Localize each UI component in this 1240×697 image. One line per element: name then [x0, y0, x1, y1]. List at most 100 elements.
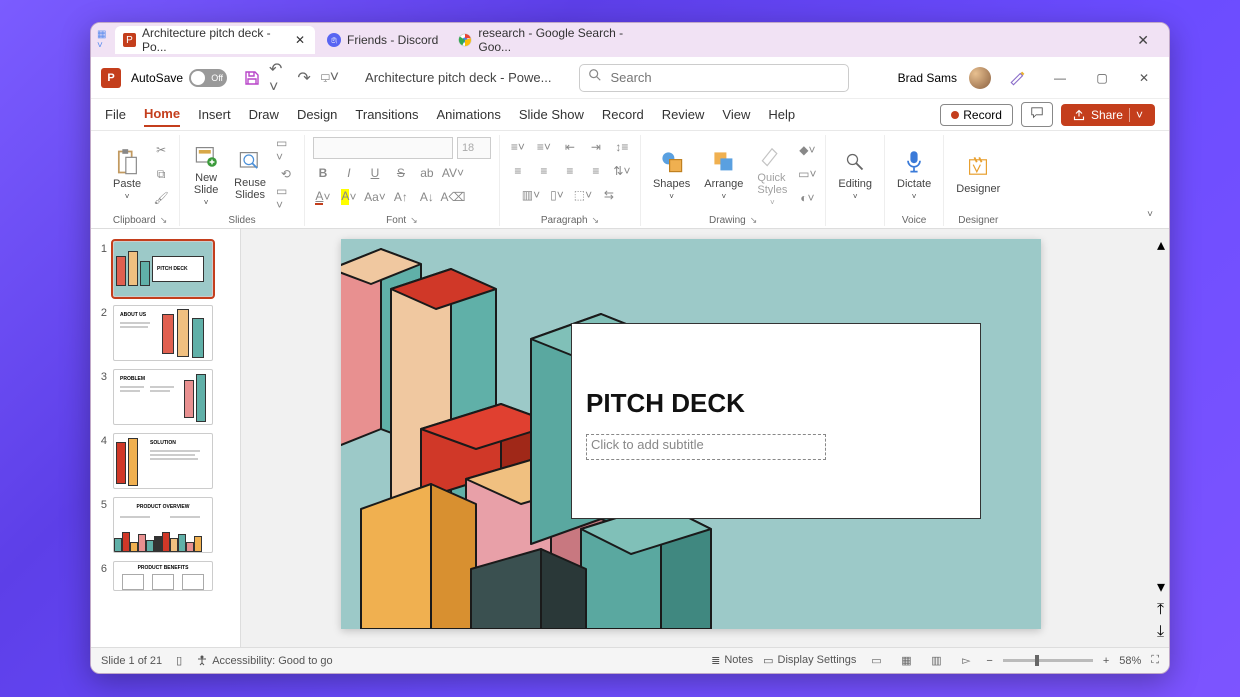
char-spacing-icon[interactable]: AV˅	[443, 163, 463, 183]
slide-thumb-2[interactable]: ABOUT US	[113, 305, 213, 361]
browser-tab-discord[interactable]: ෧ Friends - Discord	[319, 26, 446, 54]
dialog-launcher-icon[interactable]: ↘	[750, 215, 758, 226]
display-settings-button[interactable]: ▭Display Settings	[763, 654, 856, 667]
shadow-icon[interactable]: ab	[417, 163, 437, 183]
text-direction-icon[interactable]: ⇅˅	[612, 161, 632, 181]
align-right-icon[interactable]: ≡	[560, 161, 580, 181]
tab-menu-icon[interactable]: ▦ ˅	[97, 33, 111, 47]
sorter-view-icon[interactable]: ▦	[896, 653, 916, 669]
autosave-toggle[interactable]: Off	[189, 69, 227, 87]
arrange-button[interactable]: Arrange˅	[700, 146, 747, 203]
thumb-row[interactable]: 3 PROBLEM	[91, 365, 240, 429]
thumb-row[interactable]: 4 SOLUTION	[91, 429, 240, 493]
distribute-icon[interactable]: ⇆	[599, 185, 619, 205]
indent-right-icon[interactable]: ⇥	[586, 137, 606, 157]
columns-icon[interactable]: ▥˅	[521, 185, 541, 205]
thumb-row[interactable]: 1 PITCH DECK	[91, 237, 240, 301]
tab-help[interactable]: Help	[768, 103, 795, 126]
slide-title[interactable]: PITCH DECK	[586, 388, 745, 419]
font-size-input[interactable]: 18	[457, 137, 491, 159]
tab-draw[interactable]: Draw	[249, 103, 279, 126]
numbering-icon[interactable]: ≡˅	[534, 137, 554, 157]
accessibility-status[interactable]: Accessibility: Good to go	[196, 655, 332, 667]
search-box[interactable]	[579, 64, 849, 92]
tab-review[interactable]: Review	[662, 103, 705, 126]
share-button[interactable]: Share ˅	[1061, 104, 1155, 126]
subtitle-placeholder[interactable]: Click to add subtitle	[586, 434, 826, 460]
scroll-down-icon[interactable]: ▾	[1157, 577, 1165, 597]
layout-icon[interactable]: ▭ ˅	[276, 140, 296, 160]
dictate-button[interactable]: Dictate˅	[893, 146, 935, 203]
strike-icon[interactable]: S	[391, 163, 411, 183]
notes-button[interactable]: ≣Notes	[711, 654, 753, 667]
tab-home[interactable]: Home	[144, 102, 180, 127]
thumb-row[interactable]: 6 PRODUCT BENEFITS	[91, 557, 240, 595]
close-icon[interactable]: ✕	[293, 33, 307, 47]
tab-insert[interactable]: Insert	[198, 103, 231, 126]
slide-thumb-1[interactable]: PITCH DECK	[113, 241, 213, 297]
paste-button[interactable]: Paste˅	[109, 146, 145, 203]
redo-icon[interactable]: ↷	[295, 69, 313, 87]
line-spacing-icon[interactable]: ↕≡	[612, 137, 632, 157]
copy-icon[interactable]: ⧉	[151, 164, 171, 184]
slideshow-view-icon[interactable]: ▻	[956, 653, 976, 669]
ink-replay-icon[interactable]	[1003, 63, 1033, 93]
tab-file[interactable]: File	[105, 103, 126, 126]
dialog-launcher-icon[interactable]: ↘	[410, 215, 418, 226]
editing-button[interactable]: Editing˅	[834, 146, 876, 203]
shrink-font-icon[interactable]: A↓	[417, 187, 437, 207]
bullets-icon[interactable]: ≡˅	[508, 137, 528, 157]
normal-view-icon[interactable]: ▭	[866, 653, 886, 669]
slide-thumb-5[interactable]: PRODUCT OVERVIEW	[113, 497, 213, 553]
dialog-launcher-icon[interactable]: ↘	[592, 215, 600, 226]
collapse-ribbon-icon[interactable]: ˅	[1141, 203, 1159, 226]
search-input[interactable]	[610, 70, 840, 85]
justify-icon[interactable]: ≡	[586, 161, 606, 181]
minimize-icon[interactable]: ―	[1045, 63, 1075, 93]
slide-thumb-6[interactable]: PRODUCT BENEFITS	[113, 561, 213, 591]
indent-left-icon[interactable]: ⇤	[560, 137, 580, 157]
shape-fill-icon[interactable]: ◆˅	[797, 140, 817, 160]
align-center-icon[interactable]: ≡	[534, 161, 554, 181]
thumb-row[interactable]: 2 ABOUT US	[91, 301, 240, 365]
tab-animations[interactable]: Animations	[437, 103, 501, 126]
slide-indicator[interactable]: Slide 1 of 21	[101, 655, 162, 667]
dialog-launcher-icon[interactable]: ↘	[160, 215, 168, 226]
tab-view[interactable]: View	[722, 103, 750, 126]
quick-styles-button[interactable]: Quick Styles˅	[753, 140, 791, 209]
maximize-icon[interactable]: ▢	[1087, 63, 1117, 93]
spell-check-icon[interactable]: ▯	[176, 654, 182, 667]
clear-format-icon[interactable]: A⌫	[443, 187, 463, 207]
shape-outline-icon[interactable]: ▭˅	[797, 164, 817, 184]
reading-view-icon[interactable]: ▥	[926, 653, 946, 669]
change-case-icon[interactable]: Aa˅	[365, 187, 385, 207]
font-family-input[interactable]	[313, 137, 453, 159]
tab-record[interactable]: Record	[602, 103, 644, 126]
bold-icon[interactable]: B	[313, 163, 333, 183]
zoom-level[interactable]: 58%	[1119, 655, 1141, 667]
record-button[interactable]: Record	[940, 104, 1013, 126]
fit-to-window-icon[interactable]: ⛶	[1151, 654, 1159, 667]
align-text-icon[interactable]: ▯˅	[547, 185, 567, 205]
zoom-out-icon[interactable]: −	[986, 655, 992, 667]
scroll-up-icon[interactable]: ▴	[1157, 235, 1165, 255]
reset-icon[interactable]: ⟲	[276, 164, 296, 184]
window-close-icon[interactable]: ✕	[1123, 32, 1163, 49]
align-left-icon[interactable]: ≡	[508, 161, 528, 181]
undo-icon[interactable]: ↶ ˅	[269, 69, 287, 87]
new-slide-button[interactable]: New Slide˅	[188, 140, 224, 209]
underline-icon[interactable]: U	[365, 163, 385, 183]
shapes-button[interactable]: Shapes˅	[649, 146, 694, 203]
autosave-control[interactable]: AutoSave Off	[131, 69, 227, 87]
comments-button[interactable]	[1021, 102, 1053, 127]
present-icon[interactable]: ˅	[321, 69, 339, 87]
grow-font-icon[interactable]: A↑	[391, 187, 411, 207]
tab-slideshow[interactable]: Slide Show	[519, 103, 584, 126]
shape-effects-icon[interactable]: ◐˅	[797, 188, 817, 208]
avatar[interactable]	[969, 67, 991, 89]
format-painter-icon[interactable]: 🖌	[151, 188, 171, 208]
zoom-slider[interactable]	[1003, 659, 1093, 662]
tab-transitions[interactable]: Transitions	[355, 103, 418, 126]
italic-icon[interactable]: I	[339, 163, 359, 183]
slide-thumb-3[interactable]: PROBLEM	[113, 369, 213, 425]
